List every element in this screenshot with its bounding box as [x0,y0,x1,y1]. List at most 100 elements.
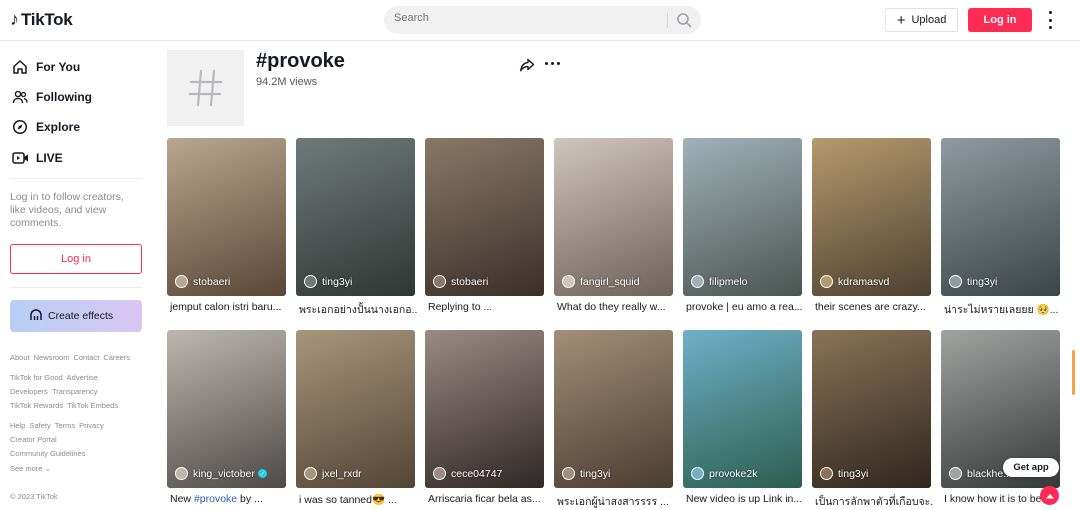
verified-badge-icon: ✓ [257,469,267,478]
footer-link[interactable]: Developers [10,387,48,396]
scrollbar-thumb[interactable] [1072,350,1075,395]
search-icon[interactable] [676,12,692,33]
video-author[interactable]: filipmelo [691,275,748,288]
video-card[interactable]: stobaeri [167,138,286,296]
video-author[interactable]: fangirl_squid [562,275,640,288]
create-effects-button[interactable]: Create effects [10,300,142,332]
video-author[interactable]: ting3yi [562,467,610,480]
footer-link[interactable]: Transparency [52,387,98,396]
video-author[interactable]: provoke2k [691,467,757,480]
login-button[interactable]: Log in [968,8,1032,32]
video-card[interactable]: ting3yi [554,330,673,488]
video-card[interactable]: stobaeri [425,138,544,296]
video-card[interactable]: filipmelo [683,138,802,296]
author-name: filipmelo [709,275,748,288]
video-card[interactable]: ting3yi [812,330,931,488]
video-caption[interactable]: Arriscaria ficar bela as... [428,493,547,505]
video-author[interactable]: kdramasvd [820,275,889,288]
logo-text: TikTok [21,9,73,29]
share-icon[interactable] [519,57,535,78]
video-caption[interactable]: provoke | eu amo a rea... [686,301,805,313]
footer-link[interactable]: Contact [73,353,99,362]
author-name: ting3yi [967,275,998,288]
footer-link[interactable]: Creator Portal [10,435,57,444]
video-caption[interactable]: พระเอกผู้น่าสงสารรรร ... [557,493,676,510]
plus-icon: + [896,11,906,29]
video-author[interactable]: ting3yi [949,275,997,288]
caption-text: New [170,493,194,505]
author-name: stobaeri [193,275,231,288]
author-name: ting3yi [322,275,353,288]
create-effects-label: Create effects [48,310,114,322]
top-bar: ♪ TikTok + Upload Log in [0,0,1080,41]
video-card[interactable]: ting3yi [296,138,415,296]
author-name: kdramasvd [838,275,890,288]
footer-link[interactable]: TikTok Rewards [10,401,63,410]
get-app-button[interactable]: Get app [1003,458,1059,477]
footer-link[interactable]: Terms [55,421,75,430]
sidebar-item-following[interactable]: Following [11,86,92,108]
sidebar-item-for-you[interactable]: For You [11,56,80,78]
video-author[interactable]: ting3yi [820,467,868,480]
footer-row: Community Guidelines [10,449,89,458]
footer-link[interactable]: Community Guidelines [10,449,85,458]
search-input[interactable] [394,12,664,24]
tiktok-note-icon: ♪ [10,9,19,29]
avatar [433,275,446,288]
video-caption[interactable]: New #provoke by ... [170,493,289,505]
avatar [949,275,962,288]
video-author[interactable]: stobaeri [433,275,488,288]
footer-link[interactable]: See more ⌄ [10,464,51,473]
video-caption[interactable]: เป็นการลักพาตัวที่เกือบจะ... [815,493,934,510]
video-card[interactable]: cece04747 [425,330,544,488]
footer-link[interactable]: Privacy [79,421,104,430]
video-card[interactable]: provoke2k [683,330,802,488]
divider [10,287,142,288]
sidebar-item-label: For You [36,60,81,74]
author-name: fangirl_squid [580,275,640,288]
video-caption[interactable]: พระเอกอย่างปั้นนางเอกอ... [299,301,418,318]
caption-hashtag-link[interactable]: #provoke [194,493,237,505]
video-author[interactable]: jxel_rxdr [304,467,362,480]
avatar [304,467,317,480]
video-caption[interactable]: Replying to ... [428,301,547,313]
video-card[interactable]: jxel_rxdr [296,330,415,488]
sidebar-item-live[interactable]: LIVE [11,147,63,169]
sidebar-item-label: Following [36,90,92,104]
video-author[interactable]: king_victober ✓ [175,467,267,480]
footer-link[interactable]: TikTok for Good [10,373,63,382]
avatar [433,467,446,480]
footer-link[interactable]: TikTok Embeds [67,401,118,410]
footer-link[interactable]: Safety [29,421,50,430]
video-card[interactable]: kdramasvd [812,138,931,296]
home-icon [11,58,29,76]
video-author[interactable]: cece04747 [433,467,502,480]
more-options-icon[interactable] [1044,11,1056,29]
video-caption[interactable]: i was so tanned😎 ... [299,493,418,506]
compass-icon [11,118,29,136]
sidebar-login-button[interactable]: Log in [10,244,142,274]
tiktok-logo[interactable]: ♪ TikTok [10,9,73,30]
search-bar [384,6,701,34]
video-caption[interactable]: their scenes are crazy... [815,301,934,313]
video-card[interactable]: king_victober ✓ [167,330,286,488]
sidebar-item-label: LIVE [36,151,63,165]
footer-link[interactable]: Newsroom [34,353,70,362]
video-author[interactable]: stobaeri [175,275,230,288]
video-author[interactable]: ting3yi [304,275,352,288]
upload-button[interactable]: + Upload [885,8,958,32]
more-icon[interactable] [545,62,560,65]
video-card[interactable]: fangirl_squid [554,138,673,296]
footer-link[interactable]: Advertise [67,373,98,382]
video-caption[interactable]: New video is up Link in... [686,493,805,505]
footer-link[interactable]: About [10,353,30,362]
scroll-to-top-button[interactable] [1040,486,1059,505]
video-caption[interactable]: jemput calon istri baru... [170,301,289,313]
video-caption[interactable]: น่าระไม่หรายเลยยย 🥺... [944,301,1063,318]
footer-link[interactable]: Help [10,421,25,430]
sidebar-item-explore[interactable]: Explore [11,116,80,138]
video-card[interactable]: ting3yi [941,138,1060,296]
video-caption[interactable]: What do they really w... [557,301,676,313]
footer-link[interactable]: Careers [103,353,130,362]
users-icon [11,88,29,106]
